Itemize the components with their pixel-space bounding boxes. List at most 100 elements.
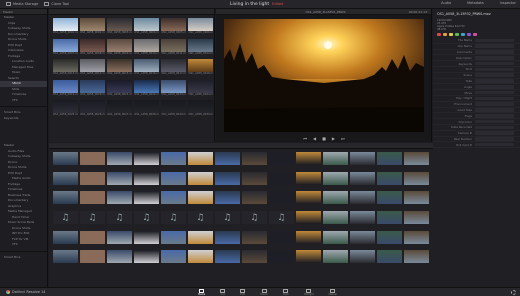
clip-thumbnail[interactable]	[107, 230, 132, 248]
clip-thumbnail[interactable]	[161, 171, 186, 189]
gear-icon[interactable]	[511, 290, 516, 295]
metadata-field-input[interactable]	[475, 142, 514, 147]
clip-thumbnail[interactable]	[377, 152, 402, 169]
clip-thumbnail[interactable]	[215, 230, 240, 248]
clip-thumbnail[interactable]	[134, 191, 159, 208]
play-reverse-icon[interactable]: ◀	[313, 136, 316, 141]
clip-thumbnail[interactable]	[404, 171, 429, 189]
clip-thumbnail[interactable]: ♫	[80, 211, 105, 228]
clip-thumbnail[interactable]	[404, 230, 429, 248]
clip-thumbnail[interactable]	[107, 191, 132, 208]
clip-thumbnail[interactable]: OS1_A058_0030.mov	[188, 100, 213, 117]
metadata-field-input[interactable]	[475, 90, 514, 95]
page-tab-color[interactable]: Color	[283, 289, 289, 296]
clip-thumbnail[interactable]	[296, 171, 321, 189]
clip-thumbnail[interactable]	[53, 250, 78, 267]
metadata-field-input[interactable]	[475, 38, 514, 43]
color-chip[interactable]	[473, 33, 477, 36]
clip-thumbnail[interactable]	[242, 171, 267, 189]
clip-thumbnail[interactable]: OS1_A058_0009.mov	[107, 38, 132, 56]
bin-item[interactable]: VFX	[0, 242, 47, 248]
clip-thumbnail[interactable]	[350, 230, 375, 248]
clip-thumbnail[interactable]: OS1_A058_0013.mov	[53, 59, 78, 76]
clip-thumbnail[interactable]	[242, 250, 267, 267]
clip-thumbnail[interactable]: OS1_A058_0011.mov	[161, 38, 186, 56]
clip-thumbnail[interactable]	[404, 191, 429, 208]
clip-thumbnail[interactable]: OS1_A058_0020.mov	[80, 79, 105, 97]
clip-thumbnail[interactable]: OS1_A058_0027.mov	[107, 100, 132, 117]
clip-thumbnail[interactable]	[80, 191, 105, 208]
color-chip[interactable]	[437, 33, 441, 36]
metadata-field-input[interactable]	[475, 79, 514, 83]
clip-thumbnail[interactable]	[53, 191, 78, 208]
clip-thumbnail[interactable]	[188, 152, 213, 169]
clip-thumbnail[interactable]	[53, 171, 78, 189]
metadata-field-input[interactable]	[475, 119, 514, 124]
clip-thumbnail[interactable]	[323, 230, 348, 248]
clip-thumbnail[interactable]	[377, 230, 402, 248]
clip-thumbnail[interactable]	[350, 250, 375, 267]
clip-thumbnail[interactable]	[161, 152, 186, 169]
clip-thumbnail[interactable]	[296, 230, 321, 248]
clip-thumbnail[interactable]: OS1_A058_0007.mov	[53, 38, 78, 56]
metadata-field-input[interactable]	[475, 131, 514, 135]
clip-thumbnail[interactable]	[323, 250, 348, 267]
clip-thumbnail[interactable]	[80, 152, 105, 169]
clip-thumbnail[interactable]: ♫	[242, 211, 267, 228]
clip-thumbnail[interactable]	[350, 152, 375, 169]
metadata-field-input[interactable]	[475, 137, 514, 141]
jump-start-icon[interactable]: ⏮	[303, 136, 307, 141]
clip-thumbnail[interactable]: OS1_A058_0026.mov	[80, 100, 105, 117]
clip-thumbnail[interactable]: OS1_A058_0015.mov	[107, 59, 132, 76]
clip-thumbnail[interactable]	[323, 152, 348, 169]
clip-thumbnail[interactable]	[350, 171, 375, 189]
clip-thumbnail[interactable]	[80, 250, 105, 267]
clip-thumbnail[interactable]	[350, 211, 375, 228]
metadata-tab[interactable]: Metadata	[467, 1, 484, 5]
clip-thumbnail[interactable]	[269, 152, 294, 169]
clip-thumbnail[interactable]	[377, 211, 402, 228]
metadata-field-input[interactable]	[475, 85, 514, 89]
media-storage-tab[interactable]: Media Storage	[6, 2, 38, 6]
smart-bins-header-bottom[interactable]: Smart Bins	[0, 255, 47, 261]
clip-thumbnail[interactable]	[80, 230, 105, 248]
clip-thumbnail[interactable]	[53, 152, 78, 169]
color-chip[interactable]	[443, 33, 447, 36]
clip-thumbnail[interactable]	[242, 152, 267, 169]
clip-thumbnail[interactable]	[188, 171, 213, 189]
clip-thumbnail[interactable]: ♫	[53, 211, 78, 228]
page-tab-fusion[interactable]: Fusion	[260, 289, 268, 296]
clip-thumbnail[interactable]	[404, 152, 429, 169]
clone-tool-tab[interactable]: Clone Tool	[44, 2, 69, 6]
clip-thumbnail[interactable]	[269, 171, 294, 189]
color-chip[interactable]	[455, 33, 459, 36]
clip-thumbnail[interactable]: OS1_A058_0012.mov	[188, 38, 213, 56]
clip-thumbnail[interactable]	[377, 250, 402, 267]
clip-thumbnail[interactable]: OS1_A058_0001.mov	[53, 18, 78, 35]
clip-thumbnail[interactable]	[269, 230, 294, 248]
metadata-field-input[interactable]	[475, 61, 514, 66]
page-tab-deliver[interactable]: Deliver	[329, 289, 337, 296]
viewer-frame[interactable]	[224, 19, 424, 132]
clip-thumbnail[interactable]	[188, 250, 213, 267]
inspector-tab[interactable]: Inspector	[500, 1, 516, 5]
stop-icon[interactable]: ■	[322, 136, 326, 141]
clip-thumbnail[interactable]	[188, 191, 213, 208]
clip-thumbnail[interactable]	[377, 171, 402, 189]
metadata-field-input[interactable]	[475, 108, 514, 112]
bin-item[interactable]: VFX	[0, 98, 47, 104]
metadata-field-input[interactable]	[475, 56, 514, 60]
clip-thumbnail[interactable]	[215, 191, 240, 208]
jump-end-icon[interactable]: ⏭	[341, 136, 345, 141]
clip-thumbnail[interactable]	[296, 191, 321, 208]
metadata-field-input[interactable]	[475, 102, 514, 106]
clip-thumbnail[interactable]: ♫	[215, 211, 240, 228]
clip-thumbnail[interactable]: OS1_A058_0017.mov	[161, 59, 186, 76]
metadata-field-input[interactable]	[475, 67, 514, 72]
play-icon[interactable]: ▶	[332, 136, 335, 141]
clip-thumbnail[interactable]: OS1_A058_0021.mov	[107, 79, 132, 97]
clip-thumbnail[interactable]	[188, 230, 213, 248]
clip-thumbnail[interactable]: ♫	[269, 211, 294, 228]
clip-thumbnail[interactable]	[134, 230, 159, 248]
clip-thumbnail[interactable]	[296, 250, 321, 267]
